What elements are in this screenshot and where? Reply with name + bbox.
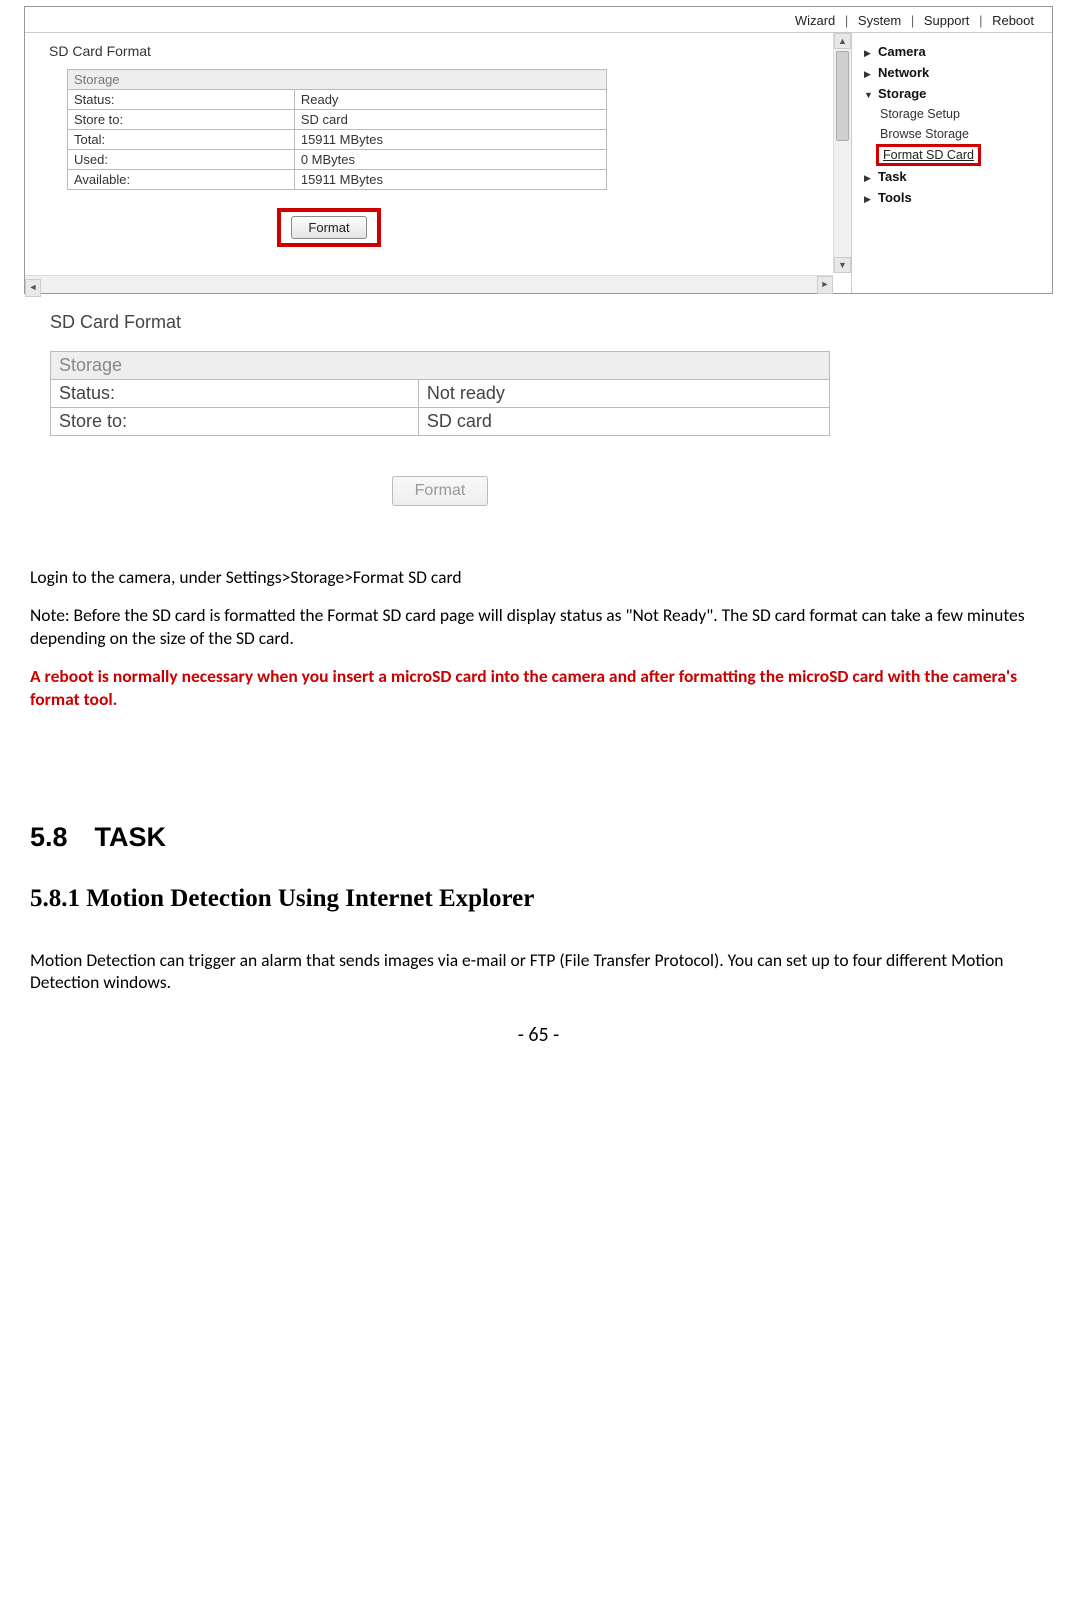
table-header: Storage [51,352,830,380]
paragraph: Motion Detection can trigger an alarm th… [30,949,1047,994]
top-nav: Wizard | System | Support | Reboot [25,7,1052,32]
nav-support[interactable]: Support [918,13,976,28]
nav-wizard[interactable]: Wizard [789,13,841,28]
section-heading: 5.8 TASK [30,820,1047,855]
subsection-heading: 5.8.1 Motion Detection Using Internet Ex… [30,883,1047,915]
scroll-right-icon[interactable]: ► [817,276,833,294]
main-panel: SD Card Format Storage Status:Ready Stor… [25,33,852,293]
panel-title: SD Card Format [49,43,851,59]
tree-storage-setup[interactable]: Storage Setup [858,104,1046,124]
paragraph: Login to the camera, under Settings>Stor… [30,566,1047,588]
tree-browse-storage[interactable]: Browse Storage [858,124,1046,144]
table-header: Storage [68,70,607,90]
table-row: Store to:SD card [51,408,830,436]
nav-reboot[interactable]: Reboot [986,13,1040,28]
screenshot-sd-format-ready: Wizard | System | Support | Reboot SD Ca… [24,6,1053,294]
tree-tools[interactable]: ▶Tools [858,187,1046,208]
warning-paragraph: A reboot is normally necessary when you … [30,665,1047,710]
scroll-left-icon[interactable]: ◄ [25,279,41,297]
tree-network[interactable]: ▶Network [858,62,1046,83]
scroll-down-icon[interactable]: ▼ [834,257,851,273]
chevron-right-icon: ▶ [864,194,874,205]
table-row: Used:0 MBytes [68,150,607,170]
highlight-box: Format [277,208,380,247]
table-row: Status:Ready [68,90,607,110]
chevron-right-icon: ▶ [864,69,874,80]
tree-format-sd[interactable]: Format SD Card [876,144,981,166]
paragraph: Note: Before the SD card is formatted th… [30,604,1047,649]
screenshot-sd-format-notready: SD Card Format Storage Status:Not ready … [50,312,850,506]
side-tree: ▶Camera ▶Network ▼Storage Storage Setup … [852,33,1052,293]
scroll-up-icon[interactable]: ▲ [834,33,851,49]
storage-table: Storage Status:Not ready Store to:SD car… [50,351,830,436]
nav-system[interactable]: System [852,13,907,28]
format-button-disabled: Format [392,476,489,506]
storage-table: Storage Status:Ready Store to:SD card To… [67,69,607,190]
chevron-down-icon: ▼ [864,90,874,100]
document-body: Login to the camera, under Settings>Stor… [30,566,1047,993]
table-row: Total:15911 MBytes [68,130,607,150]
table-row: Available:15911 MBytes [68,170,607,190]
panel-title: SD Card Format [50,312,850,333]
format-button[interactable]: Format [291,216,366,239]
vertical-scrollbar[interactable]: ▲ ▼ [833,33,851,273]
table-row: Store to:SD card [68,110,607,130]
tree-task[interactable]: ▶Task [858,166,1046,187]
chevron-right-icon: ▶ [864,173,874,184]
horizontal-scrollbar[interactable]: ◄ ► [25,275,833,293]
page-number: - 65 - [20,1023,1057,1047]
table-row: Status:Not ready [51,380,830,408]
chevron-right-icon: ▶ [864,48,874,59]
tree-camera[interactable]: ▶Camera [858,41,1046,62]
scroll-thumb[interactable] [836,51,849,141]
tree-storage[interactable]: ▼Storage [858,83,1046,104]
